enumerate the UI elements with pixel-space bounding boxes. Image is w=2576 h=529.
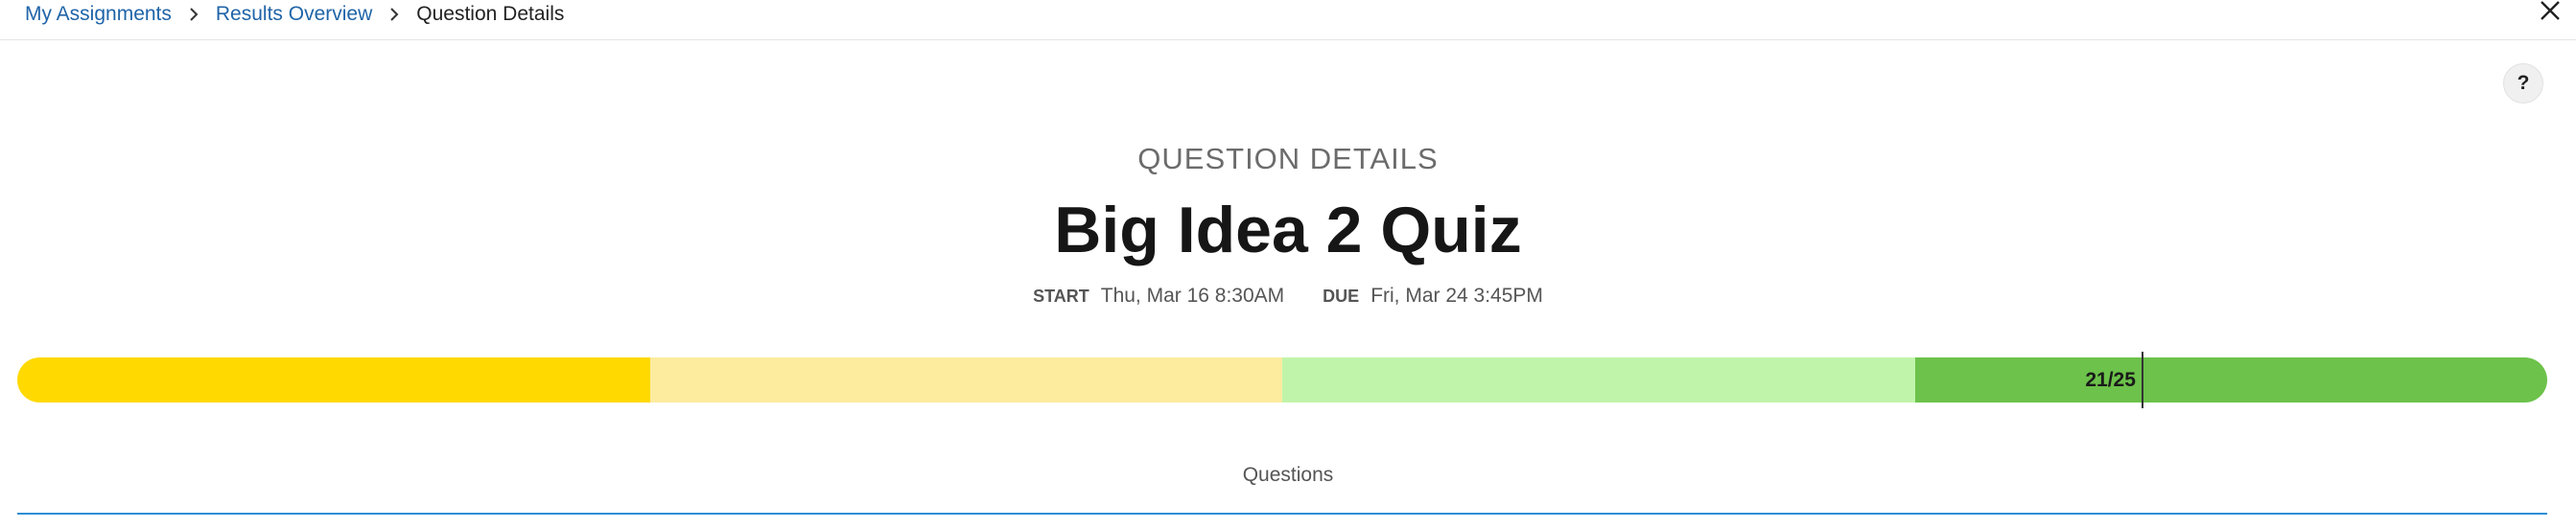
breadcrumb-results-overview[interactable]: Results Overview [216, 3, 372, 26]
help-icon: ? [2517, 72, 2530, 94]
chevron-right-icon [189, 7, 199, 22]
due-date: DUE Fri, Mar 24 3:45PM [1323, 285, 1543, 308]
help-button[interactable]: ? [2503, 63, 2543, 104]
score-label: 21/25 [2085, 368, 2136, 391]
top-bar: My Assignments Results Overview Question… [0, 0, 2576, 40]
score-band-3 [1282, 357, 1915, 402]
breadcrumb-question-details: Question Details [416, 3, 565, 25]
start-date: START Thu, Mar 16 8:30AM [1033, 285, 1284, 308]
score-band-1 [17, 357, 650, 402]
questions-tab[interactable]: Questions [0, 464, 2576, 487]
page-title: Big Idea 2 Quiz [1054, 194, 1522, 266]
due-value: Fri, Mar 24 3:45PM [1370, 285, 1543, 307]
close-icon [2541, 1, 2560, 20]
start-value: Thu, Mar 16 8:30AM [1100, 285, 1285, 307]
assignment-dates: START Thu, Mar 16 8:30AM DUE Fri, Mar 24… [0, 285, 2576, 308]
score-marker [2141, 352, 2143, 408]
chevron-right-icon [389, 7, 399, 22]
start-label: START [1033, 287, 1089, 306]
close-button[interactable] [2536, 0, 2563, 23]
breadcrumb: My Assignments Results Overview Question… [25, 0, 564, 29]
due-label: DUE [1323, 287, 1360, 306]
score-band-4 [1914, 357, 2547, 402]
questions-underline [17, 513, 2547, 515]
score-bar [17, 357, 2547, 402]
breadcrumb-my-assignments[interactable]: My Assignments [25, 3, 172, 26]
page-eyebrow: QUESTION DETAILS [1137, 142, 1439, 175]
score-band-2 [649, 357, 1282, 402]
